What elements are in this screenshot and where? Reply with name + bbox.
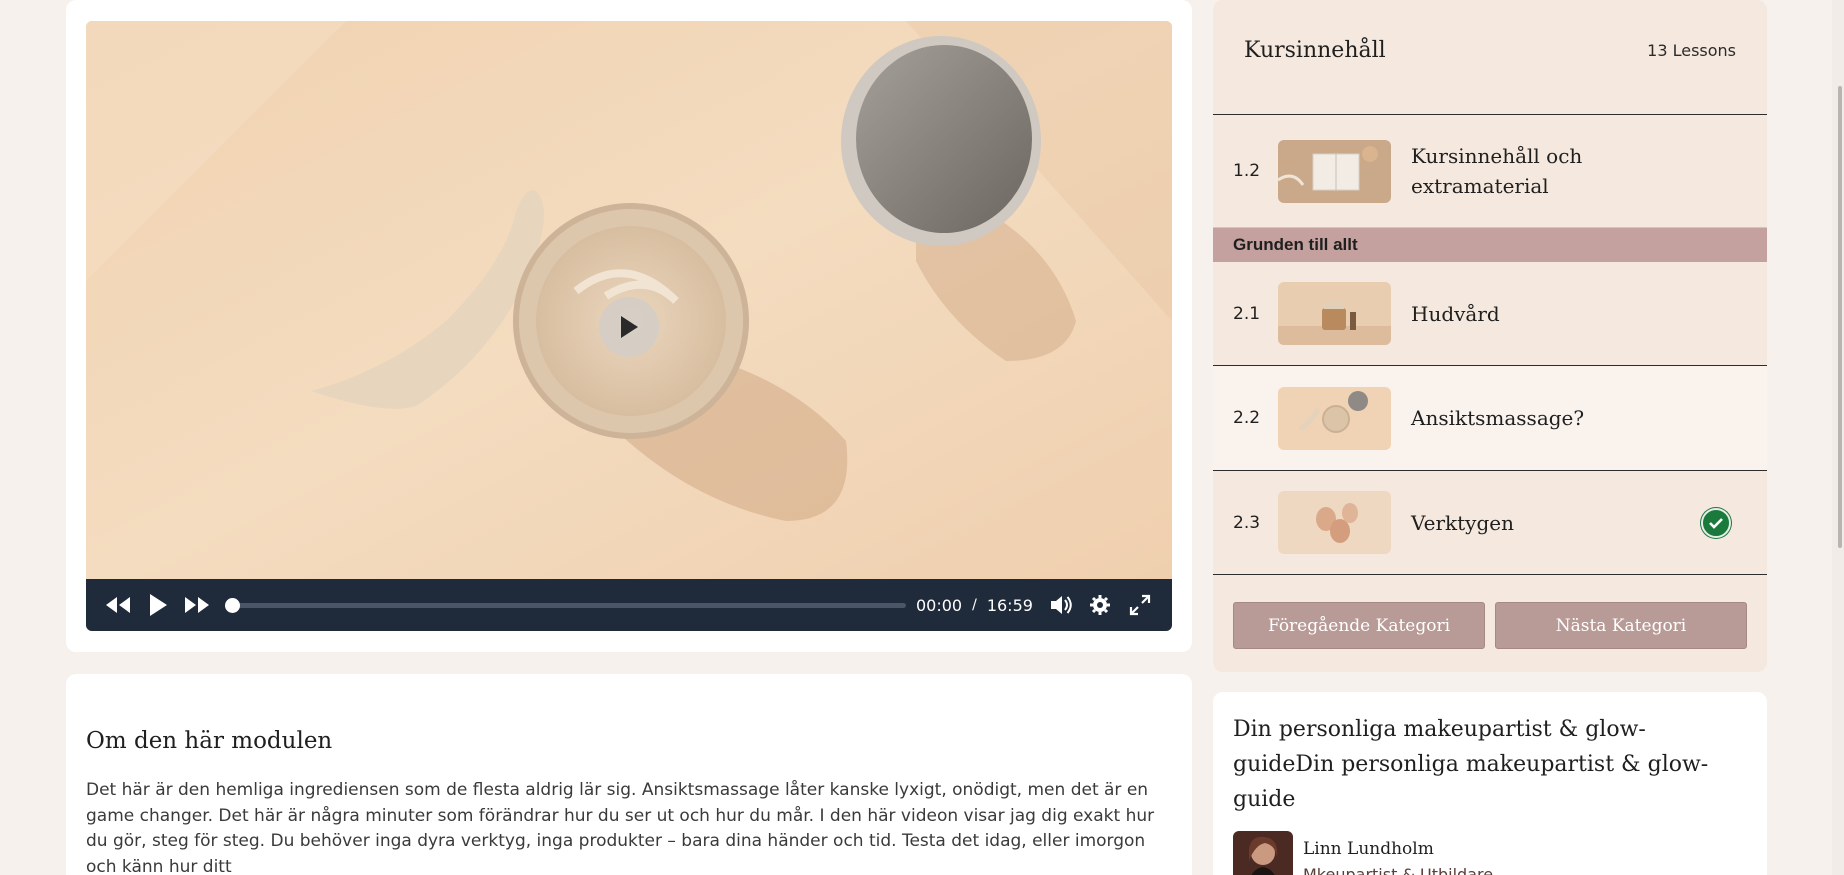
lesson-number: 2.2 (1233, 408, 1261, 428)
progress-bar[interactable] (225, 597, 906, 613)
fullscreen-icon (1130, 594, 1151, 616)
lesson-number: 2.1 (1233, 303, 1261, 324)
fast-forward-icon (185, 597, 210, 613)
lesson-number: 2.3 (1233, 512, 1261, 533)
about-title: Om den här modulen (86, 728, 333, 754)
gear-icon (1090, 595, 1111, 615)
completed-check-icon (1701, 507, 1731, 538)
lesson-item-2-3[interactable]: 2.3 Verktygen (1213, 471, 1767, 575)
rewind-icon (105, 597, 130, 613)
next-category-button[interactable]: Nästa Kategori (1495, 602, 1747, 649)
previous-category-button[interactable]: Föregående Kategori (1233, 602, 1485, 649)
rewind-button[interactable] (98, 585, 138, 625)
play-icon (621, 316, 638, 338)
play-button[interactable] (138, 585, 178, 625)
about-module-card: Om den här modulen Det här är den hemlig… (66, 674, 1192, 875)
author: Linn Lundholm Mkeupartist & Utbildare (1233, 831, 1747, 875)
lesson-item-2-1[interactable]: 2.1 Hudvård (1213, 262, 1767, 366)
fast-forward-button[interactable] (177, 585, 217, 625)
author-meta: Linn Lundholm Mkeupartist & Utbildare (1303, 839, 1493, 875)
author-role: Mkeupartist & Utbildare (1303, 864, 1494, 875)
current-time: 00:00 (915, 595, 963, 615)
instructor-card-title: Din personliga makeupartist & glow-guide… (1233, 717, 1709, 812)
fullscreen-button[interactable] (1120, 585, 1160, 625)
notebook-thumbnail (1278, 139, 1391, 203)
volume-button[interactable] (1041, 585, 1081, 625)
duration: 16:59 (986, 595, 1033, 615)
time-separator: / (972, 597, 977, 613)
category-navigation: Föregående Kategori Nästa Kategori (1213, 575, 1767, 649)
author-name: Linn Lundholm (1303, 838, 1434, 859)
lesson-title: Verktygen (1411, 510, 1514, 535)
video-controls: 00:00 / 16:59 (86, 579, 1172, 631)
cream-jar-thumbnail (1278, 386, 1391, 450)
video-card: 00:00 / 16:59 (66, 0, 1192, 652)
skincare-jar-thumbnail (1278, 282, 1391, 345)
avatar (1233, 831, 1293, 875)
sponges-thumbnail (1278, 491, 1391, 554)
lesson-count: 13 Lessons (1647, 40, 1736, 60)
big-play-button[interactable] (599, 297, 659, 357)
lesson-item-1-2[interactable]: 1.2 Kursinnehåll och extramaterial (1213, 115, 1767, 227)
category-header: Grunden till allt (1213, 227, 1767, 262)
lesson-number: 1.2 (1233, 161, 1261, 181)
instructor-card: Din personliga makeupartist & glow-guide… (1213, 692, 1767, 875)
sidebar-header: Kursinnehåll 13 Lessons (1213, 0, 1767, 115)
progress-knob[interactable] (225, 597, 241, 613)
volume-icon (1050, 596, 1072, 614)
scrollbar-thumb[interactable] (1838, 86, 1842, 548)
lesson-item-2-2[interactable]: 2.2 Ansiktsmassage? (1213, 366, 1767, 471)
course-content-sidebar: Kursinnehåll 13 Lessons 1.2 Kursinnehåll… (1213, 0, 1767, 672)
page-scrollbar[interactable] (1832, 0, 1844, 875)
lesson-title: Hudvård (1411, 301, 1500, 326)
lesson-title: Ansiktsmassage? (1411, 406, 1585, 430)
about-description: Det här är den hemliga ingrediensen som … (86, 780, 1155, 875)
settings-button[interactable] (1081, 585, 1121, 625)
lesson-title: Kursinnehåll och extramaterial (1411, 144, 1583, 198)
play-icon (149, 594, 167, 616)
video-player[interactable]: 00:00 / 16:59 (86, 21, 1172, 631)
sidebar-title: Kursinnehåll (1244, 37, 1386, 63)
